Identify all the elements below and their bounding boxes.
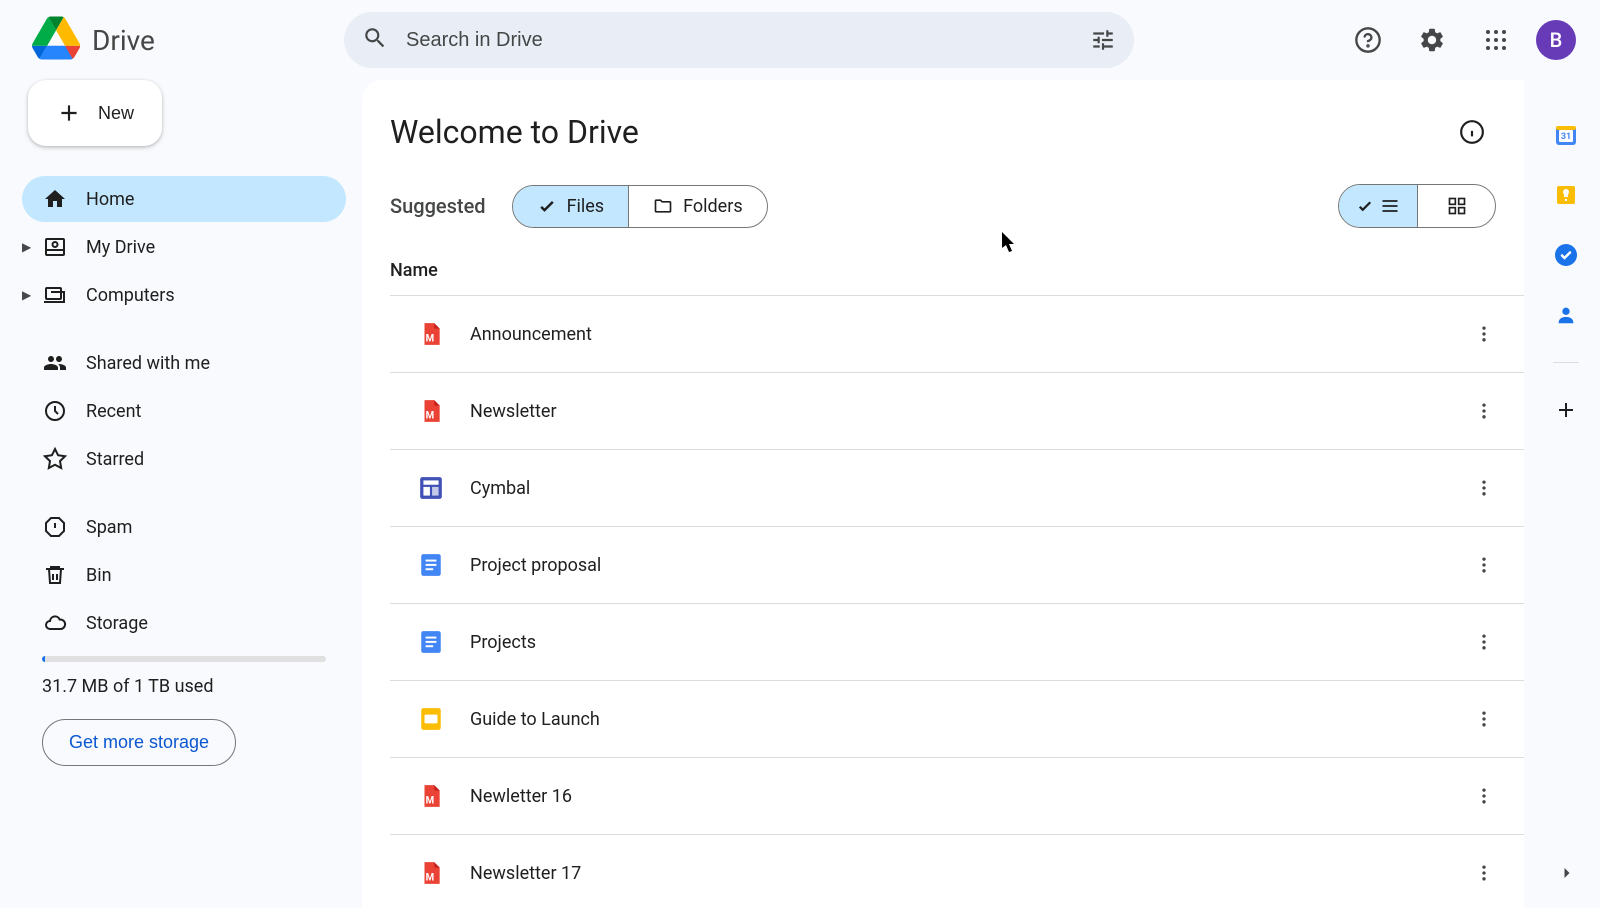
file-row[interactable]: Guide to Launch xyxy=(390,681,1524,758)
more-actions-button[interactable] xyxy=(1464,391,1504,431)
file-type-icon xyxy=(418,475,444,501)
add-panel-icon[interactable] xyxy=(1553,397,1579,423)
new-button[interactable]: New xyxy=(28,80,162,146)
plus-icon xyxy=(56,100,82,126)
file-type-icon xyxy=(418,706,444,732)
svg-text:31: 31 xyxy=(1561,132,1571,142)
suggested-chips: Files Folders xyxy=(512,185,768,228)
sidebar-item-bin[interactable]: Bin xyxy=(22,552,346,598)
drive-logo-area[interactable]: Drive xyxy=(16,16,336,64)
clock-icon xyxy=(42,398,68,424)
more-actions-button[interactable] xyxy=(1464,699,1504,739)
my-drive-icon xyxy=(42,234,68,260)
settings-icon[interactable] xyxy=(1408,16,1456,64)
svg-text:M: M xyxy=(426,873,435,884)
list-view-button[interactable] xyxy=(1339,185,1417,227)
sidebar-item-shared[interactable]: Shared with me xyxy=(22,340,346,386)
file-name: Guide to Launch xyxy=(470,709,1464,730)
check-icon xyxy=(537,196,557,216)
file-type-icon: M xyxy=(418,783,444,809)
trash-icon xyxy=(42,562,68,588)
star-icon xyxy=(42,446,68,472)
file-row[interactable]: M Newsletter xyxy=(390,373,1524,450)
file-name: Newletter 16 xyxy=(470,786,1464,807)
help-icon[interactable] xyxy=(1344,16,1392,64)
chip-folders[interactable]: Folders xyxy=(628,186,767,227)
get-storage-button[interactable]: Get more storage xyxy=(42,719,236,766)
chevron-right-icon[interactable]: ▶ xyxy=(22,240,31,254)
tasks-icon[interactable] xyxy=(1553,242,1579,268)
file-list: M Announcement M Newsletter Cymbal Proje… xyxy=(390,295,1524,908)
drive-logo-icon xyxy=(32,16,80,64)
search-bar[interactable] xyxy=(344,12,1134,68)
cloud-icon xyxy=(42,610,68,636)
sidebar-item-storage[interactable]: Storage xyxy=(22,600,346,646)
file-row[interactable]: M Newletter 16 xyxy=(390,758,1524,835)
list-icon xyxy=(1380,196,1400,216)
suggested-label: Suggested xyxy=(390,194,486,218)
home-icon xyxy=(42,186,68,212)
more-actions-button[interactable] xyxy=(1464,468,1504,508)
search-icon xyxy=(362,25,388,55)
check-icon xyxy=(1356,197,1374,215)
file-type-icon xyxy=(418,552,444,578)
chevron-right-icon[interactable]: ▶ xyxy=(22,288,31,302)
sidebar-item-computers[interactable]: ▶ Computers xyxy=(22,272,346,318)
keep-icon[interactable] xyxy=(1553,182,1579,208)
file-name: Newsletter 17 xyxy=(470,863,1464,884)
more-actions-button[interactable] xyxy=(1464,545,1504,585)
contacts-icon[interactable] xyxy=(1553,302,1579,328)
apps-icon[interactable] xyxy=(1472,16,1520,64)
spam-icon xyxy=(42,514,68,540)
info-icon[interactable] xyxy=(1448,108,1496,156)
computers-icon xyxy=(42,282,68,308)
more-actions-button[interactable] xyxy=(1464,622,1504,662)
file-row[interactable]: Project proposal xyxy=(390,527,1524,604)
svg-text:M: M xyxy=(426,796,435,807)
file-type-icon: M xyxy=(418,398,444,424)
file-name: Announcement xyxy=(470,324,1464,345)
people-icon xyxy=(42,350,68,376)
file-row[interactable]: M Announcement xyxy=(390,296,1524,373)
storage-progress xyxy=(42,656,326,662)
file-type-icon: M xyxy=(418,860,444,886)
page-title: Welcome to Drive xyxy=(390,113,639,151)
sidebar-item-spam[interactable]: Spam xyxy=(22,504,346,550)
svg-text:M: M xyxy=(426,411,435,422)
sidebar-item-my-drive[interactable]: ▶ My Drive xyxy=(22,224,346,270)
sidebar-item-starred[interactable]: Starred xyxy=(22,436,346,482)
file-row[interactable]: Projects xyxy=(390,604,1524,681)
file-type-icon xyxy=(418,629,444,655)
more-actions-button[interactable] xyxy=(1464,314,1504,354)
folder-icon xyxy=(653,196,673,216)
file-name: Projects xyxy=(470,632,1464,653)
svg-text:M: M xyxy=(426,334,435,345)
chip-files[interactable]: Files xyxy=(513,186,629,227)
more-actions-button[interactable] xyxy=(1464,776,1504,816)
search-input[interactable] xyxy=(406,29,1072,52)
app-name-text: Drive xyxy=(92,24,155,57)
grid-icon xyxy=(1447,196,1467,216)
sidebar-item-recent[interactable]: Recent xyxy=(22,388,346,434)
file-type-icon: M xyxy=(418,321,444,347)
column-header-name[interactable]: Name xyxy=(390,252,1524,295)
account-avatar[interactable]: B xyxy=(1536,20,1576,60)
grid-view-button[interactable] xyxy=(1417,185,1495,227)
file-row[interactable]: M Newsletter 17 xyxy=(390,835,1524,908)
expand-panel-icon[interactable] xyxy=(1554,860,1580,886)
file-name: Newsletter xyxy=(470,401,1464,422)
file-row[interactable]: Cymbal xyxy=(390,450,1524,527)
tune-icon[interactable] xyxy=(1090,27,1116,53)
view-toggle xyxy=(1338,184,1496,228)
file-name: Cymbal xyxy=(470,478,1464,499)
calendar-icon[interactable]: 31 xyxy=(1553,122,1579,148)
sidebar-item-home[interactable]: Home xyxy=(22,176,346,222)
file-name: Project proposal xyxy=(470,555,1464,576)
storage-used-text: 31.7 MB of 1 TB used xyxy=(22,670,346,703)
more-actions-button[interactable] xyxy=(1464,853,1504,893)
